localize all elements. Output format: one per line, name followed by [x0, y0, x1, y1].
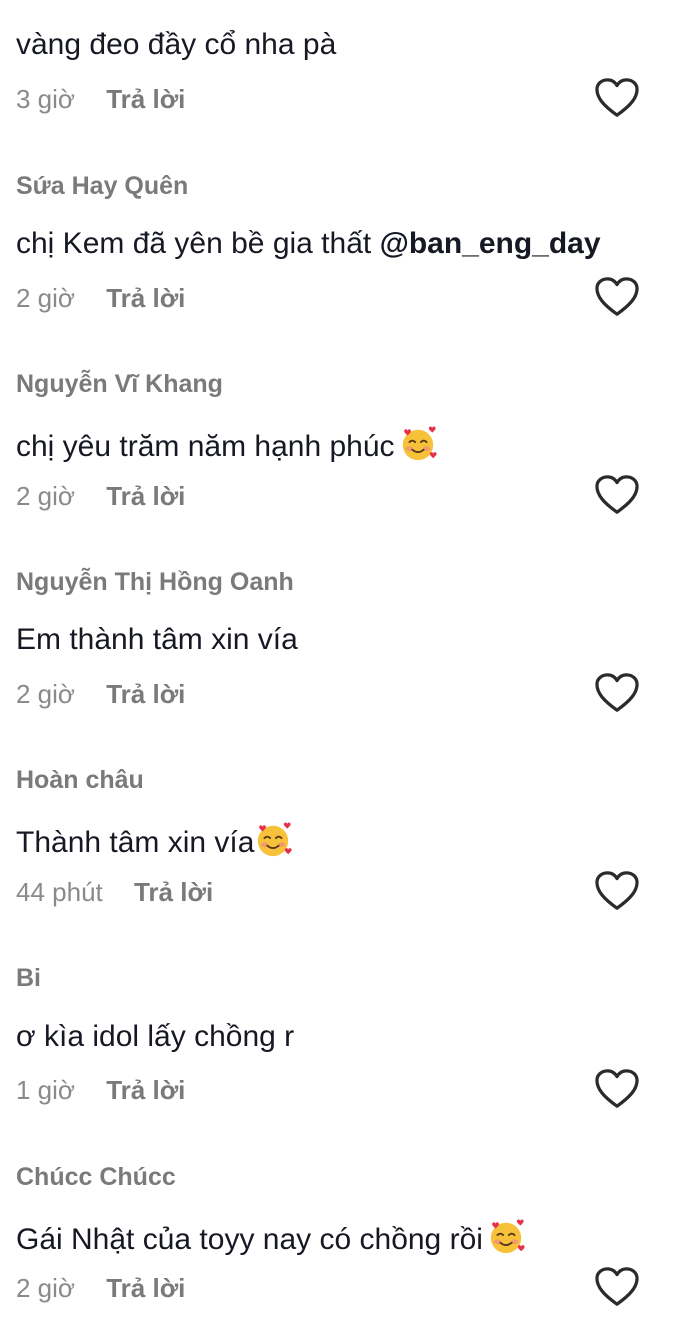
heart-outline-icon[interactable] [594, 77, 640, 119]
comment-timestamp: 2 giờ [16, 481, 75, 511]
comment-text: Thành tâm xin vía [16, 821, 293, 860]
comment-text-body: Thành tâm xin vía [16, 826, 255, 859]
comment-text: chị Kem đã yên bề gia thất @ban_eng_day [16, 227, 601, 261]
heart-outline-icon[interactable] [594, 474, 640, 516]
heart-outline-icon[interactable] [594, 1266, 640, 1308]
comment-text: chị yêu trăm năm hạnh phúc [16, 425, 437, 464]
comment-text-body: vàng đeo đầy cổ nha pà [16, 28, 337, 61]
reply-button[interactable]: Trả lời [106, 1273, 185, 1304]
comment-meta: 2 giờ Trả lời [16, 283, 185, 314]
comment-text-body: Gái Nhật của toyy nay có chồng rồi [16, 1223, 483, 1256]
comment-username[interactable]: Nguyễn Vĩ Khang [16, 370, 223, 399]
comment-text-body: chị yêu trăm năm hạnh phúc [16, 430, 395, 463]
smiling-face-with-hearts-icon [399, 425, 437, 463]
comment-text-body: Em thành tâm xin vía [16, 623, 298, 656]
comment-username[interactable]: Sứa Hay Quên [16, 172, 188, 201]
comment-meta: 1 giờ Trả lời [16, 1075, 185, 1106]
reply-button[interactable]: Trả lời [106, 679, 185, 710]
comment-text: Em thành tâm xin vía [16, 623, 298, 657]
comment-meta: 2 giờ Trả lời [16, 679, 185, 710]
reply-button[interactable]: Trả lời [106, 481, 185, 512]
comment-timestamp: 3 giờ [16, 84, 75, 114]
smiling-face-with-hearts-icon [254, 821, 293, 859]
comment-meta: 2 giờ Trả lời [16, 1273, 185, 1304]
reply-button[interactable]: Trả lời [106, 1075, 185, 1106]
smiling-face-with-hearts-icon [487, 1218, 525, 1256]
comment-text: ơ kìa idol lấy chồng r [16, 1020, 294, 1054]
reply-button[interactable]: Trả lời [106, 84, 185, 115]
comment-text: vàng đeo đầy cổ nha pà [16, 28, 336, 62]
heart-outline-icon[interactable] [594, 276, 640, 318]
comment-text-body: ơ kìa idol lấy chồng r [16, 1020, 295, 1053]
comment-username[interactable]: Hoàn châu [16, 766, 144, 795]
reply-button[interactable]: Trả lời [134, 877, 213, 908]
comment-timestamp: 2 giờ [16, 1273, 75, 1303]
comment-timestamp: 2 giờ [16, 283, 75, 313]
comment-meta: 2 giờ Trả lời [16, 481, 185, 512]
comment-username[interactable]: Nguyễn Thị Hồng Oanh [16, 568, 294, 597]
comment-meta: 3 giờ Trả lời [16, 84, 185, 115]
comment-text-body: chị Kem đã yên bề gia thất [16, 227, 380, 260]
mention-link[interactable]: @ban_eng_day [380, 227, 601, 260]
comment-text: Gái Nhật của toyy nay có chồng rồi [16, 1218, 525, 1257]
reply-button[interactable]: Trả lời [106, 283, 185, 314]
comment-timestamp: 1 giờ [16, 1075, 75, 1105]
heart-outline-icon[interactable] [594, 870, 640, 912]
comment-username[interactable]: Bi [16, 964, 41, 993]
heart-outline-icon[interactable] [594, 1068, 640, 1110]
comment-timestamp: 2 giờ [16, 679, 75, 709]
heart-outline-icon[interactable] [594, 672, 640, 714]
comment-username[interactable]: Chúcc Chúcc [16, 1163, 176, 1192]
comment-meta: 44 phút Trả lời [16, 877, 213, 908]
comment-timestamp: 44 phút [16, 877, 103, 907]
